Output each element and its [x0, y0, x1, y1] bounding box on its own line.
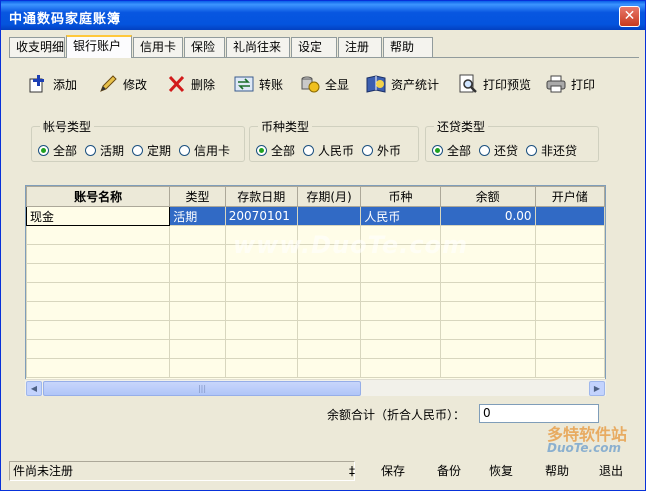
print-preview-icon	[457, 73, 479, 95]
printer-icon	[545, 73, 567, 95]
account-type-fixed-radio[interactable]: 定期	[132, 142, 171, 159]
account-type-legend: 帐号类型	[40, 118, 95, 135]
header-account-name[interactable]: 账号名称	[26, 186, 171, 207]
table-row[interactable]: 现金 活期 20070101 人民币 0.00	[26, 206, 605, 226]
scroll-right-icon[interactable]: ▶	[589, 381, 605, 396]
print-preview-button[interactable]: 打印预览	[457, 69, 531, 99]
table-row[interactable]	[26, 282, 605, 302]
tab-credit-card[interactable]: 信用卡	[133, 37, 183, 57]
show-all-label: 全显	[325, 77, 350, 92]
cell-balance[interactable]: 0.00	[439, 206, 536, 226]
edit-button[interactable]: 修改	[97, 69, 147, 99]
currency-all-radio[interactable]: 全部	[256, 142, 295, 159]
horizontal-scrollbar[interactable]: ◀ ||| ▶	[25, 379, 606, 396]
show-all-button[interactable]: 全显	[299, 69, 349, 99]
cell-currency[interactable]: 人民币	[360, 206, 441, 226]
title-bar[interactable]: 中通数码家庭账簿 ✕	[1, 1, 645, 30]
status-marker: ‡	[349, 464, 355, 478]
pencil-icon	[97, 73, 119, 95]
coins-icon	[299, 73, 321, 95]
cell-deposit-date[interactable]: 20070101	[224, 206, 298, 226]
asset-stats-label: 资产统计	[391, 77, 440, 92]
tab-gifts[interactable]: 礼尚往来	[226, 37, 290, 57]
repay-yes-radio[interactable]: 还贷	[479, 142, 518, 159]
accounts-table[interactable]: 账号名称 类型 存款日期 存期(月) 币种 余额 开户储 现金 活期 20070…	[25, 185, 606, 395]
restore-button[interactable]: 恢复	[489, 462, 513, 482]
transfer-icon	[233, 73, 255, 95]
header-balance[interactable]: 余额	[439, 186, 536, 207]
tab-help[interactable]: 帮助	[383, 37, 433, 57]
toolbar: 添加 修改 删除 转账 全显 资产统计 打印预览 打印	[21, 69, 631, 99]
status-bar: 件尚未注册	[9, 461, 355, 481]
total-balance-label: 余额合计（折合人民币）：	[327, 408, 466, 422]
save-button[interactable]: 保存	[381, 462, 405, 482]
tab-bank-accounts[interactable]: 银行账户	[66, 35, 132, 58]
backup-button[interactable]: 备份	[437, 462, 461, 482]
add-label: 添加	[53, 77, 78, 92]
delete-label: 删除	[191, 77, 216, 92]
cell-bank[interactable]	[534, 206, 605, 226]
transfer-button[interactable]: 转账	[233, 69, 283, 99]
cell-term[interactable]	[296, 206, 362, 226]
header-bank[interactable]: 开户储	[534, 186, 605, 207]
book-stats-icon	[365, 73, 387, 95]
table-row[interactable]	[26, 358, 605, 378]
header-term[interactable]: 存期(月)	[296, 186, 362, 207]
help-button[interactable]: 帮助	[545, 462, 569, 482]
cell-account-name[interactable]: 现金	[26, 206, 171, 226]
exit-button[interactable]: 退出	[599, 462, 623, 482]
account-type-current-radio[interactable]: 活期	[85, 142, 124, 159]
table-row[interactable]	[26, 320, 605, 340]
repay-no-radio[interactable]: 非还贷	[526, 142, 577, 159]
account-type-group: 帐号类型 全部 活期 定期 信用卡	[31, 118, 245, 162]
add-icon	[27, 73, 49, 95]
tab-income-expense[interactable]: 收支明细	[9, 37, 65, 57]
repay-all-radio[interactable]: 全部	[432, 142, 471, 159]
scroll-left-icon[interactable]: ◀	[26, 381, 42, 396]
close-button[interactable]: ✕	[619, 6, 640, 27]
table-row[interactable]	[26, 301, 605, 321]
currency-rmb-radio[interactable]: 人民币	[303, 142, 354, 159]
transfer-label: 转账	[259, 77, 284, 92]
delete-x-icon	[165, 73, 187, 95]
currency-foreign-radio[interactable]: 外币	[362, 142, 401, 159]
print-button[interactable]: 打印	[545, 69, 595, 99]
tab-insurance[interactable]: 保险	[184, 37, 225, 57]
cell-type[interactable]: 活期	[169, 206, 226, 226]
add-button[interactable]: 添加	[27, 69, 77, 99]
table-header-row: 账号名称 类型 存款日期 存期(月) 币种 余额 开户储	[26, 186, 605, 207]
currency-type-legend: 币种类型	[258, 118, 313, 135]
header-deposit-date[interactable]: 存款日期	[224, 186, 298, 207]
table-row[interactable]	[26, 339, 605, 359]
edit-label: 修改	[123, 77, 148, 92]
print-label: 打印	[571, 77, 596, 92]
delete-button[interactable]: 删除	[165, 69, 215, 99]
account-type-all-radio[interactable]: 全部	[38, 142, 77, 159]
main-window: 中通数码家庭账簿 ✕ 收支明细 银行账户 信用卡 保险 礼尚往来 设定 注册 帮…	[0, 0, 646, 491]
table-row[interactable]	[26, 263, 605, 283]
header-type[interactable]: 类型	[169, 186, 226, 207]
currency-type-group: 币种类型 全部 人民币 外币	[249, 118, 419, 162]
repay-type-legend: 还贷类型	[434, 118, 489, 135]
tab-settings[interactable]: 设定	[291, 37, 337, 57]
asset-stats-button[interactable]: 资产统计	[365, 69, 439, 99]
tab-register[interactable]: 注册	[338, 37, 382, 57]
header-currency[interactable]: 币种	[360, 186, 441, 207]
watermark-brand-url: DuoTe.com	[547, 441, 621, 455]
watermark-text: www.DuoTe.com	[233, 231, 468, 259]
window-title: 中通数码家庭账簿	[9, 12, 122, 27]
repay-type-group: 还贷类型 全部 还贷 非还贷	[425, 118, 599, 162]
account-type-credit-radio[interactable]: 信用卡	[179, 142, 230, 159]
print-preview-label: 打印预览	[483, 77, 532, 92]
scrollbar-thumb[interactable]: |||	[43, 381, 361, 396]
